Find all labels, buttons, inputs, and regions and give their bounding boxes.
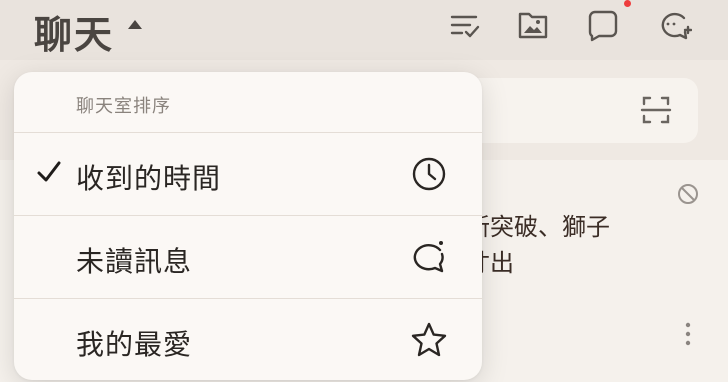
sort-option-unread[interactable]: 未讀訊息	[14, 216, 482, 299]
mute-icon	[676, 182, 700, 206]
sort-option-favorites[interactable]: 我的最愛	[14, 299, 482, 380]
sort-option-label: 收到的時間	[76, 162, 222, 195]
notification-badge	[624, 0, 631, 7]
image-album-icon[interactable]	[514, 6, 552, 44]
new-chat-icon[interactable]	[656, 6, 694, 44]
app-header: 聊天	[0, 0, 728, 60]
sort-option-received-time[interactable]: 收到的時間	[14, 133, 482, 216]
scan-icon[interactable]	[636, 90, 676, 130]
chat-bubble-icon	[410, 238, 448, 276]
chevron-up-icon[interactable]	[128, 20, 142, 29]
square-chat-icon[interactable]	[584, 6, 622, 44]
sort-menu: 聊天室排序 收到的時間 未讀訊息 我的最愛	[14, 72, 482, 380]
sort-list-icon[interactable]	[446, 6, 484, 44]
page-title[interactable]: 聊天	[34, 4, 114, 59]
sort-option-label: 我的最愛	[76, 328, 193, 361]
sort-menu-header: 聊天室排序	[14, 72, 482, 133]
sort-menu-title: 聊天室排序	[76, 96, 171, 117]
chat-preview-line: 新突破、獅子	[466, 213, 610, 241]
star-icon	[410, 321, 448, 359]
more-vertical-icon[interactable]	[681, 320, 695, 348]
clock-icon	[410, 155, 448, 193]
checkmark-icon	[36, 159, 62, 185]
sort-option-label: 未讀訊息	[76, 245, 193, 278]
